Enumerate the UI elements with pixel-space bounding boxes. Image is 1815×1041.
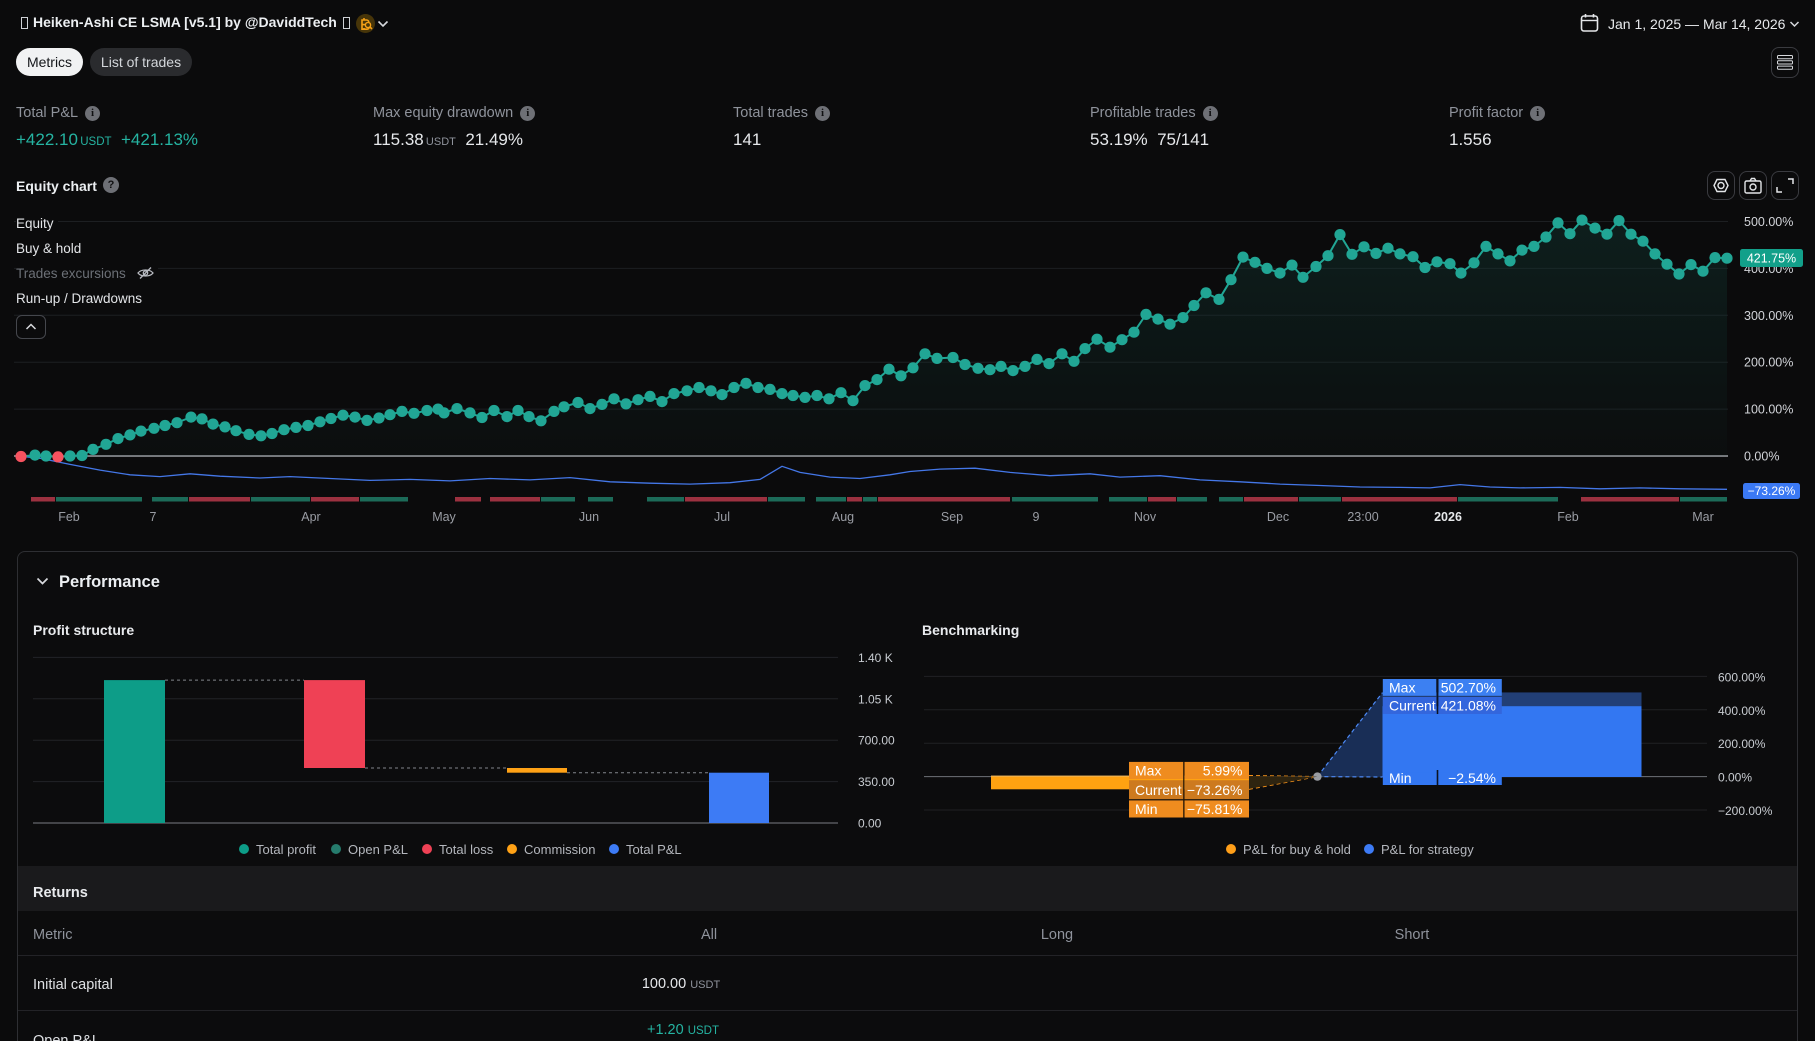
svg-text:Current: Current: [1135, 782, 1182, 798]
svg-text:Total P&L: Total P&L: [626, 842, 682, 857]
svg-text:502.70%: 502.70%: [1441, 680, 1496, 696]
svg-text:421.08%: 421.08%: [1441, 698, 1496, 714]
svg-text:400.00%: 400.00%: [1718, 704, 1766, 718]
svg-text:−73.26%: −73.26%: [1187, 782, 1243, 798]
svg-text:200.00%: 200.00%: [1718, 737, 1766, 751]
svg-text:421.75%: 421.75%: [1747, 252, 1796, 266]
svg-text:Open P&L: Open P&L: [348, 842, 408, 857]
svg-text:300.00%: 300.00%: [1744, 309, 1793, 323]
svg-text:P&L for buy & hold: P&L for buy & hold: [1243, 842, 1351, 857]
svg-text:Dec: Dec: [1267, 510, 1289, 524]
svg-text:23:00: 23:00: [1347, 510, 1378, 524]
svg-text:350.00: 350.00: [858, 775, 895, 789]
svg-text:0.00: 0.00: [858, 817, 882, 831]
svg-text:5.99%: 5.99%: [1203, 763, 1243, 779]
svg-text:7: 7: [150, 510, 157, 524]
svg-text:100.00%: 100.00%: [1744, 403, 1793, 417]
svg-text:Nov: Nov: [1134, 510, 1157, 524]
svg-text:1.05 K: 1.05 K: [858, 692, 893, 706]
svg-text:Min: Min: [1135, 801, 1158, 817]
svg-text:Total loss: Total loss: [439, 842, 494, 857]
svg-text:May: May: [432, 510, 456, 524]
svg-text:500.00%: 500.00%: [1744, 215, 1793, 229]
svg-text:Apr: Apr: [301, 510, 320, 524]
svg-text:9: 9: [1033, 510, 1040, 524]
svg-text:Min: Min: [1389, 770, 1412, 786]
svg-text:−200.00%: −200.00%: [1718, 804, 1773, 818]
svg-text:Total profit: Total profit: [256, 842, 316, 857]
svg-text:600.00%: 600.00%: [1718, 670, 1766, 684]
svg-text:1.40 K: 1.40 K: [858, 651, 893, 665]
svg-text:−73.26%: −73.26%: [1748, 484, 1796, 498]
svg-text:Commission: Commission: [524, 842, 596, 857]
svg-text:Max: Max: [1389, 680, 1415, 696]
svg-text:Max: Max: [1135, 763, 1161, 779]
svg-text:Aug: Aug: [832, 510, 854, 524]
svg-text:Jul: Jul: [714, 510, 730, 524]
svg-text:Jun: Jun: [579, 510, 599, 524]
svg-text:2026: 2026: [1434, 510, 1462, 524]
svg-text:0.00%: 0.00%: [1744, 450, 1779, 464]
svg-text:700.00: 700.00: [858, 734, 895, 748]
svg-text:Feb: Feb: [1557, 510, 1579, 524]
svg-text:−75.81%: −75.81%: [1187, 801, 1243, 817]
svg-text:Mar: Mar: [1692, 510, 1714, 524]
svg-text:−2.54%: −2.54%: [1448, 770, 1496, 786]
svg-text:Current: Current: [1389, 698, 1436, 714]
svg-text:0.00%: 0.00%: [1718, 771, 1752, 785]
svg-text:200.00%: 200.00%: [1744, 356, 1793, 370]
svg-text:Sep: Sep: [941, 510, 963, 524]
svg-text:P&L for strategy: P&L for strategy: [1381, 842, 1474, 857]
svg-text:Feb: Feb: [58, 510, 80, 524]
